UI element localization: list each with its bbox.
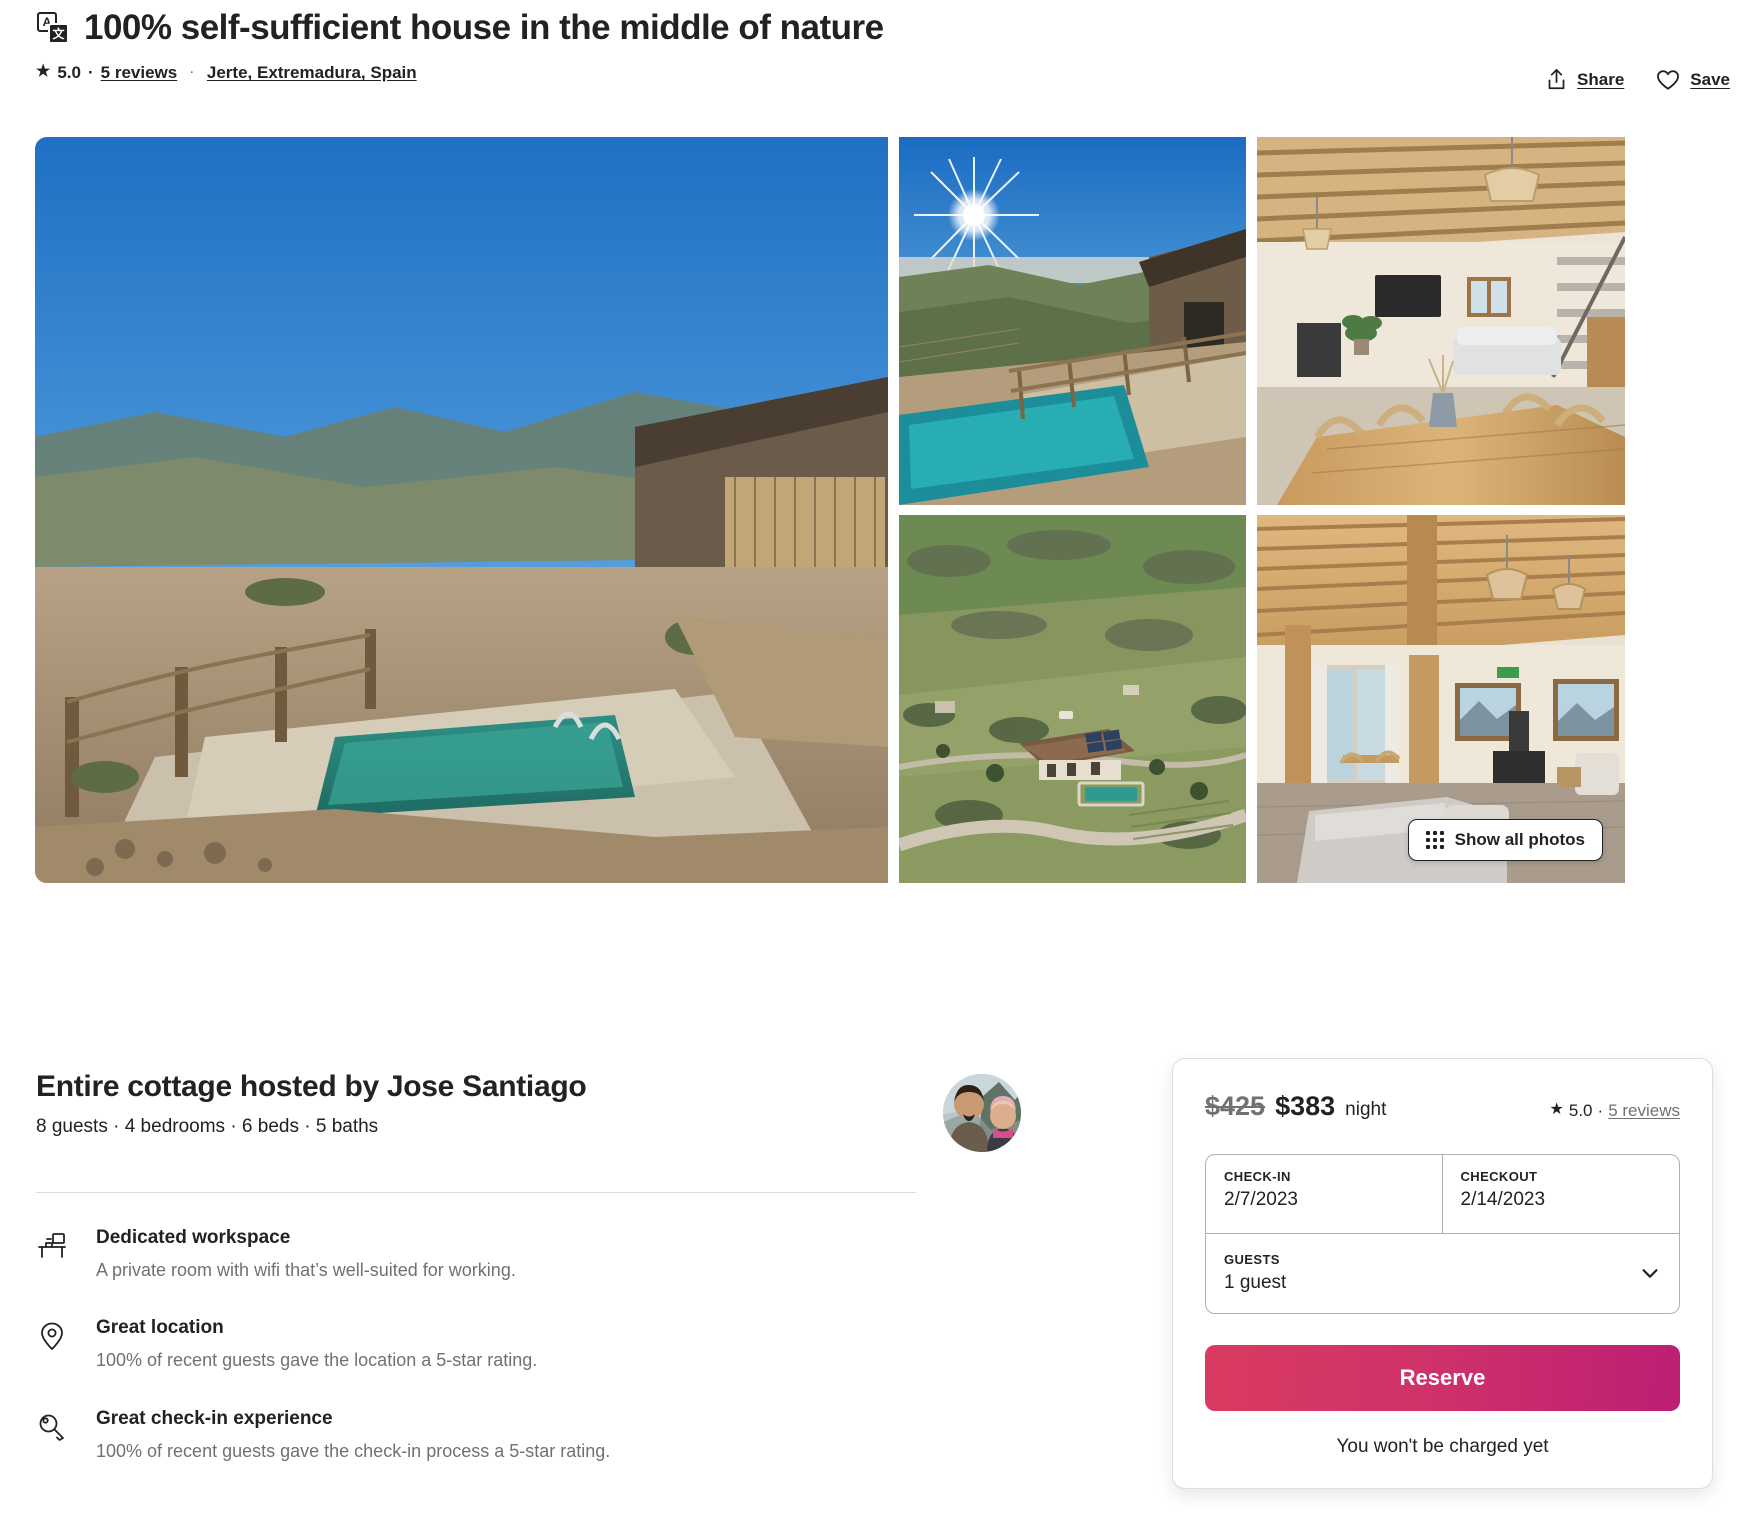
booking-card: $425 $383 night ★ 5.0 · 5 reviews CHECK-… bbox=[1172, 1058, 1713, 1489]
price-group: $425 $383 night bbox=[1205, 1091, 1386, 1122]
header-actions: Share Save bbox=[1546, 68, 1730, 91]
heart-icon bbox=[1657, 69, 1680, 90]
chevron-down-icon bbox=[1642, 1268, 1658, 1278]
gallery-photo-living-dining-room[interactable] bbox=[1257, 137, 1625, 505]
show-all-photos-label: Show all photos bbox=[1454, 830, 1585, 849]
highlight-title: Dedicated workspace bbox=[96, 1227, 291, 1248]
current-price: $383 bbox=[1275, 1091, 1336, 1121]
highlight-dedicated-workspace: Dedicated workspace A private room with … bbox=[36, 1227, 1046, 1282]
meta-separator-2: · bbox=[190, 67, 194, 80]
highlight-title: Great check-in experience bbox=[96, 1407, 333, 1429]
rating-value: 5.0 bbox=[57, 63, 81, 83]
highlight-description: 100% of recent guests gave the check-in … bbox=[96, 1440, 611, 1461]
highlight-description: 100% of recent guests gave the location … bbox=[96, 1350, 538, 1371]
host-avatar[interactable] bbox=[943, 1074, 1021, 1152]
guests-field[interactable]: GUESTS 1 guest bbox=[1206, 1233, 1679, 1313]
reviews-link[interactable]: 5 reviews bbox=[101, 63, 178, 83]
host-heading: Entire cottage hosted by Jose Santiago bbox=[36, 1070, 587, 1103]
gallery-photo-pool-sunburst-view[interactable] bbox=[899, 137, 1246, 505]
listing-header: A 文 100% self-sufficient house in the mi… bbox=[36, 8, 1730, 90]
key-icon bbox=[36, 1408, 70, 1463]
page-title: 100% self-sufficient house in the middle… bbox=[84, 8, 884, 47]
price-row: $425 $383 night ★ 5.0 · 5 reviews bbox=[1205, 1091, 1680, 1122]
highlight-text: Great location 100% of recent guests gav… bbox=[96, 1317, 537, 1372]
date-guest-box: CHECK-IN 2/7/2023 CHECKOUT 2/14/2023 GUE… bbox=[1205, 1154, 1680, 1314]
save-button[interactable]: Save bbox=[1656, 69, 1730, 91]
checkin-label: CHECK-IN bbox=[1224, 1169, 1291, 1184]
share-upload-icon bbox=[1548, 69, 1565, 90]
charge-note: You won't be charged yet bbox=[1336, 1436, 1549, 1457]
guests-text: GUESTS 1 guest bbox=[1224, 1252, 1286, 1294]
show-all-photos-button[interactable]: Show all photos bbox=[1407, 819, 1603, 861]
price-unit: night bbox=[1345, 1099, 1387, 1120]
highlight-text: Great check-in experience 100% of recent… bbox=[96, 1408, 610, 1463]
section-divider bbox=[36, 1192, 916, 1193]
checkin-value: 2/7/2023 bbox=[1224, 1189, 1298, 1210]
highlight-great-checkin: Great check-in experience 100% of recent… bbox=[36, 1408, 1046, 1463]
highlight-text: Dedicated workspace A private room with … bbox=[96, 1227, 516, 1282]
card-rating: ★ 5.0 · 5 reviews bbox=[1550, 1101, 1680, 1121]
listing-meta: ★ 5.0 · 5 reviews · Jerte, Extremadura, … bbox=[36, 63, 1730, 83]
gallery-photo-pool-terrace-exterior[interactable] bbox=[35, 137, 888, 883]
original-price: $425 bbox=[1205, 1091, 1266, 1121]
guests-label: GUESTS bbox=[1224, 1251, 1280, 1267]
highlight-great-location: Great location 100% of recent guests gav… bbox=[36, 1317, 1046, 1372]
share-button[interactable]: Share bbox=[1546, 68, 1624, 91]
title-row: A 文 100% self-sufficient house in the mi… bbox=[36, 8, 1730, 48]
share-label: Share bbox=[1577, 69, 1625, 89]
listing-page: A 文 100% self-sufficient house in the mi… bbox=[0, 0, 1760, 1524]
meta-separator: · bbox=[87, 63, 94, 83]
highlights-list: Dedicated workspace A private room with … bbox=[36, 1227, 1046, 1463]
host-section: Entire cottage hosted by Jose Santiago 8… bbox=[36, 1070, 1046, 1152]
checkout-value: 2/14/2023 bbox=[1460, 1189, 1546, 1210]
card-reviews-link[interactable]: 5 reviews bbox=[1608, 1101, 1680, 1121]
star-icon: ★ bbox=[1549, 1101, 1564, 1118]
checkin-field[interactable]: CHECK-IN 2/7/2023 bbox=[1206, 1155, 1443, 1233]
checkout-label: CHECKOUT bbox=[1460, 1169, 1538, 1184]
guests-value: 1 guest bbox=[1224, 1271, 1287, 1293]
star-icon: ★ bbox=[36, 63, 51, 81]
desk-workspace-icon bbox=[36, 1227, 70, 1282]
photo-gallery: Show all photos bbox=[35, 137, 1725, 883]
location-link[interactable]: Jerte, Extremadura, Spain bbox=[207, 63, 417, 83]
translate-icon-cjk: 文 bbox=[48, 23, 69, 45]
highlight-description: A private room with wifi that’s well-sui… bbox=[96, 1260, 516, 1280]
grid-dots-icon bbox=[1425, 831, 1444, 849]
gallery-photo-aerial-house-landscape[interactable] bbox=[899, 515, 1246, 883]
date-row: CHECK-IN 2/7/2023 CHECKOUT 2/14/2023 bbox=[1206, 1155, 1679, 1233]
card-rating-separator: · bbox=[1597, 1101, 1604, 1120]
highlight-title: Great location bbox=[96, 1317, 224, 1339]
reserve-button[interactable]: Reserve bbox=[1205, 1345, 1680, 1411]
card-rating-value: 5.0 bbox=[1568, 1101, 1593, 1120]
checkout-field[interactable]: CHECKOUT 2/14/2023 bbox=[1443, 1155, 1680, 1233]
host-text: Entire cottage hosted by Jose Santiago 8… bbox=[36, 1070, 587, 1138]
host-capacity: 8 guests · 4 bedrooms · 6 beds · 5 baths bbox=[36, 1116, 379, 1137]
save-label: Save bbox=[1690, 69, 1730, 89]
translate-icon[interactable]: A 文 bbox=[36, 11, 70, 45]
gallery-photo-living-room-fireplace[interactable]: Show all photos bbox=[1257, 515, 1625, 883]
map-pin-icon bbox=[36, 1317, 70, 1372]
listing-details: Entire cottage hosted by Jose Santiago 8… bbox=[36, 1070, 1046, 1498]
